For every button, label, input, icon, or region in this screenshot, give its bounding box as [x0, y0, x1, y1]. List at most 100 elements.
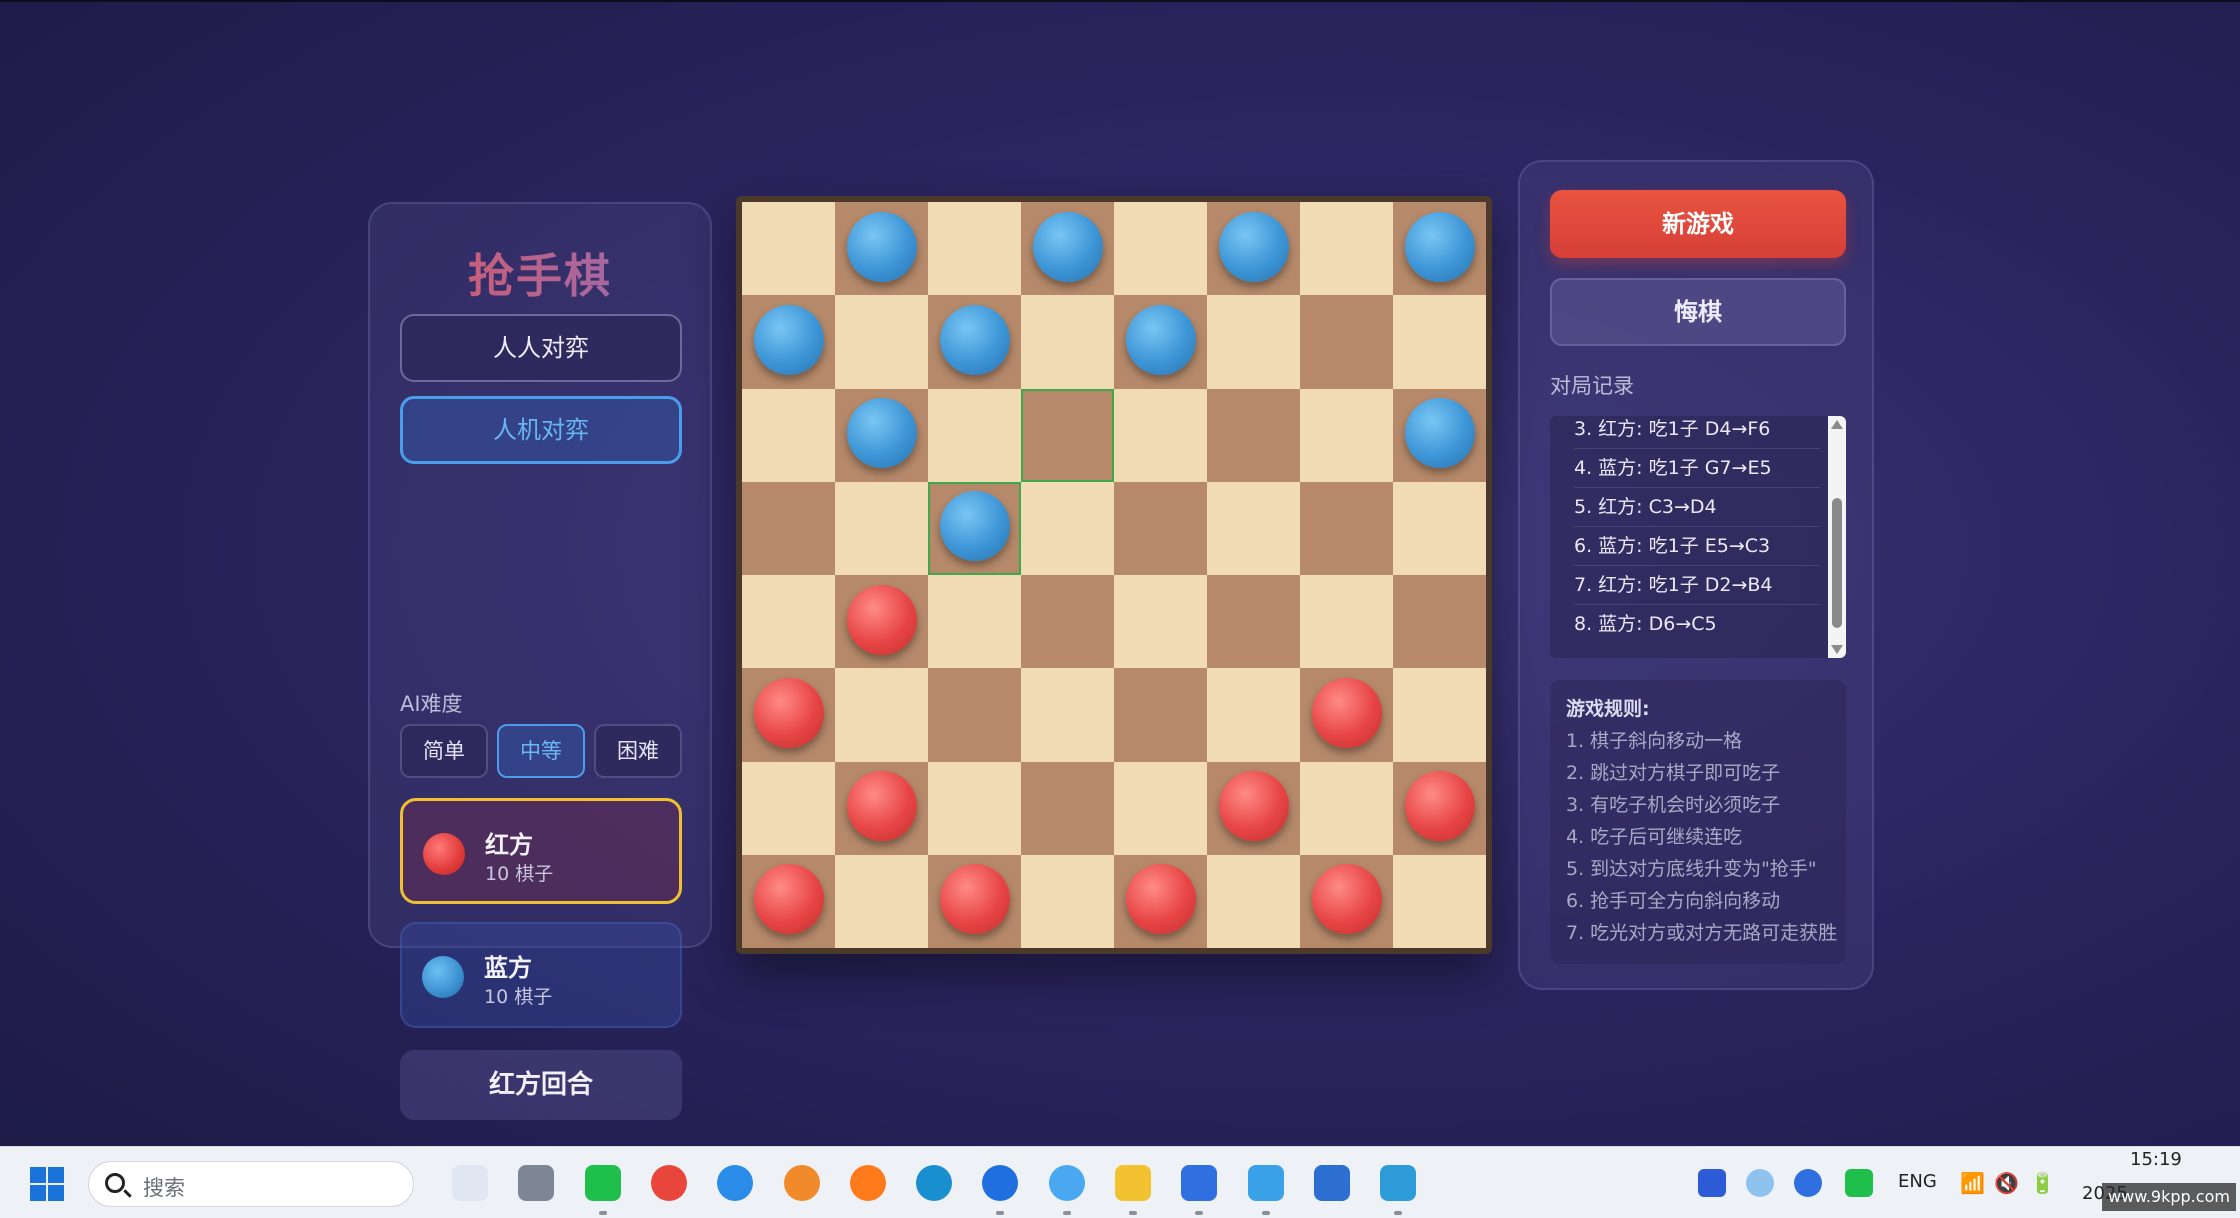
board-cell[interactable] — [1300, 388, 1393, 482]
board-cell[interactable] — [835, 295, 928, 389]
blue-piece[interactable] — [939, 491, 1010, 562]
blue-piece[interactable] — [1125, 304, 1196, 375]
board-cell[interactable] — [1021, 854, 1114, 948]
baidu-tray-icon[interactable] — [1746, 1169, 1774, 1197]
scroll-thumb[interactable] — [1832, 498, 1842, 628]
ie-icon[interactable] — [982, 1165, 1019, 1201]
scroll-up-icon[interactable] — [1831, 420, 1843, 429]
blue-piece[interactable] — [1032, 211, 1103, 282]
calculator-icon[interactable] — [518, 1165, 555, 1201]
clock-time[interactable]: 15:19 — [2130, 1149, 2182, 1170]
browser-icon[interactable] — [717, 1165, 754, 1201]
snipping-tool-icon[interactable] — [452, 1165, 488, 1201]
taskbar-search-input[interactable]: 搜索 — [88, 1161, 414, 1207]
board-cell[interactable] — [1300, 202, 1393, 296]
board-cell[interactable] — [1021, 575, 1114, 669]
blue-piece[interactable] — [939, 304, 1010, 375]
board-cell[interactable] — [1114, 761, 1207, 855]
board-cell[interactable] — [1021, 668, 1114, 762]
board-cell[interactable] — [835, 481, 928, 575]
board-cell[interactable] — [742, 481, 835, 575]
board-cell[interactable] — [1021, 761, 1114, 855]
board-cell[interactable] — [1114, 481, 1207, 575]
chrome-icon[interactable] — [650, 1165, 687, 1201]
language-indicator[interactable]: ENG — [1898, 1171, 1937, 1192]
red-piece[interactable] — [753, 864, 824, 935]
board-cell[interactable] — [1021, 295, 1114, 389]
vscode-icon[interactable] — [1313, 1165, 1350, 1201]
baidu-netdisk-icon[interactable] — [1247, 1165, 1284, 1201]
board-cell[interactable] — [1207, 388, 1300, 482]
blue-piece[interactable] — [1218, 211, 1289, 282]
board-cell[interactable] — [1393, 295, 1486, 389]
volume-muted-icon[interactable]: 🔇 — [1994, 1171, 2019, 1195]
board-cell[interactable] — [1300, 575, 1393, 669]
undo-button[interactable]: 悔棋 — [1550, 278, 1846, 346]
board-cell[interactable] — [928, 575, 1021, 669]
board-cell[interactable] — [1021, 481, 1114, 575]
board-cell[interactable] — [1114, 388, 1207, 482]
defender-icon[interactable] — [1698, 1169, 1726, 1197]
difficulty-hard-button[interactable]: 困难 — [594, 724, 682, 778]
board-cell[interactable] — [928, 761, 1021, 855]
board-cell[interactable] — [928, 202, 1021, 296]
board-cell[interactable] — [1114, 668, 1207, 762]
board-cell[interactable] — [1207, 668, 1300, 762]
cloud-drive-icon[interactable] — [1181, 1165, 1218, 1201]
wifi-icon[interactable]: 📶 — [1960, 1171, 1985, 1195]
red-piece[interactable] — [1404, 771, 1475, 842]
blue-piece[interactable] — [1404, 398, 1475, 469]
board-cell[interactable] — [1300, 761, 1393, 855]
windows-start-icon[interactable] — [30, 1167, 64, 1201]
move-history-list[interactable]: 3. 红方: 吃1子 D4→F6 4. 蓝方: 吃1子 G7→E5 5. 红方:… — [1550, 416, 1846, 658]
notepad-icon[interactable] — [1380, 1165, 1417, 1201]
board-cell[interactable] — [1300, 295, 1393, 389]
board-cell[interactable] — [1393, 668, 1486, 762]
blue-piece[interactable] — [753, 304, 824, 375]
red-piece[interactable] — [1125, 864, 1196, 935]
board-cell[interactable] — [835, 668, 928, 762]
board-cell[interactable] — [1207, 295, 1300, 389]
board-cell[interactable] — [1207, 481, 1300, 575]
board-cell[interactable] — [742, 202, 835, 296]
board-cell[interactable] — [928, 668, 1021, 762]
board-cell[interactable] — [835, 854, 928, 948]
game-board[interactable] — [742, 202, 1486, 948]
blue-piece[interactable] — [846, 398, 917, 469]
red-piece[interactable] — [753, 677, 824, 748]
new-game-button[interactable]: 新游戏 — [1550, 190, 1846, 258]
red-piece[interactable] — [1311, 864, 1382, 935]
history-scrollbar[interactable] — [1828, 416, 1846, 658]
edge-icon[interactable] — [916, 1165, 953, 1201]
red-piece[interactable] — [1218, 771, 1289, 842]
scroll-down-icon[interactable] — [1831, 645, 1843, 654]
wechat-tray-icon[interactable] — [1845, 1169, 1873, 1197]
wechat-icon[interactable] — [584, 1165, 621, 1201]
red-piece[interactable] — [846, 771, 917, 842]
board-cell[interactable] — [1393, 854, 1486, 948]
board-cell[interactable] — [1300, 481, 1393, 575]
board-cell[interactable] — [1021, 388, 1114, 482]
red-piece[interactable] — [846, 584, 917, 655]
board-cell[interactable] — [742, 575, 835, 669]
difficulty-easy-button[interactable]: 简单 — [400, 724, 488, 778]
difficulty-medium-button[interactable]: 中等 — [497, 724, 585, 778]
chat-app-icon[interactable] — [1048, 1165, 1085, 1201]
red-piece[interactable] — [1311, 677, 1382, 748]
board-cell[interactable] — [742, 761, 835, 855]
board-cell[interactable] — [1114, 202, 1207, 296]
board-cell[interactable] — [928, 388, 1021, 482]
orange-app-icon[interactable] — [783, 1165, 820, 1201]
pve-mode-button[interactable]: 人机对弈 — [400, 396, 682, 464]
board-cell[interactable] — [1114, 575, 1207, 669]
firefox-icon[interactable] — [849, 1165, 886, 1201]
battery-icon[interactable]: 🔋 — [2030, 1171, 2055, 1195]
cloud-tray-icon[interactable] — [1794, 1169, 1822, 1197]
blue-piece[interactable] — [846, 211, 917, 282]
board-cell[interactable] — [1207, 854, 1300, 948]
board-cell[interactable] — [742, 388, 835, 482]
red-piece[interactable] — [939, 864, 1010, 935]
board-cell[interactable] — [1393, 575, 1486, 669]
board-cell[interactable] — [1393, 481, 1486, 575]
file-explorer-icon[interactable] — [1115, 1165, 1151, 1201]
